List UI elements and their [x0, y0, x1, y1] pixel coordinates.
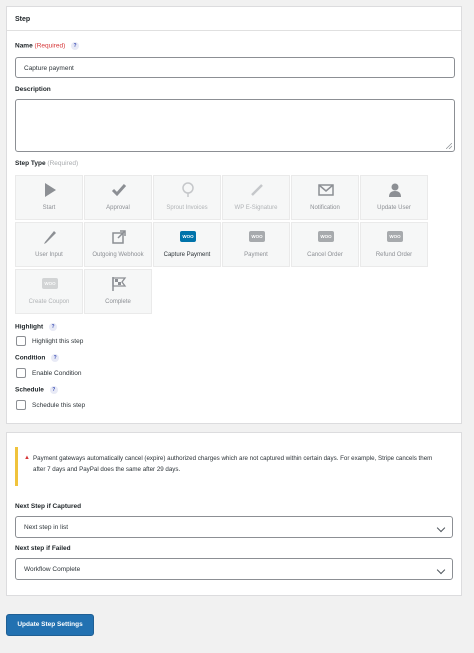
schedule-checkbox-label[interactable]: Schedule this step [32, 402, 85, 409]
condition-label: Condition ? [15, 354, 60, 362]
chevron-down-icon [436, 565, 446, 575]
warning-notice: ▲ Payment gateways automatically cancel … [15, 447, 445, 486]
resize-handle-icon[interactable] [446, 143, 452, 149]
condition-checkbox-label[interactable]: Enable Condition [32, 370, 82, 377]
step-type-label: Start [42, 205, 56, 211]
next-step-panel: ▲ Payment gateways automatically cancel … [6, 432, 462, 596]
update-step-settings-button[interactable]: Update Step Settings [6, 614, 94, 636]
panel-title: Step [7, 7, 461, 31]
woo-icon: WOO [180, 229, 196, 245]
step-type-label: Outgoing Webhook [92, 252, 144, 258]
woo-icon: WOO [318, 229, 334, 245]
help-icon[interactable]: ? [51, 354, 60, 362]
condition-label-text: Condition [15, 354, 46, 362]
required-marker: (Required) [34, 42, 66, 50]
step-type-payment[interactable]: WOO Payment [222, 222, 290, 267]
highlight-checkbox-label[interactable]: Highlight this step [32, 338, 83, 345]
next-failed-label: Next step if Failed [15, 545, 71, 552]
external-link-icon [112, 230, 126, 244]
step-type-complete[interactable]: Complete [84, 269, 152, 314]
chevron-down-icon [436, 523, 446, 533]
checkmark-icon [111, 184, 127, 197]
user-icon [389, 183, 401, 197]
next-failed-value: Workflow Complete [24, 566, 81, 573]
woo-badge: WOO [42, 278, 58, 289]
step-type-label: Payment [244, 252, 268, 258]
step-type-label-text: Step Type [15, 160, 46, 167]
name-input-value: Capture payment [24, 65, 74, 72]
woo-badge: WOO [387, 231, 403, 242]
step-type-approval[interactable]: Approval [84, 175, 152, 220]
step-type-label: Complete [105, 299, 131, 305]
step-type-capture-payment[interactable]: WOO Capture Payment [153, 222, 221, 267]
step-type-label: Capture Payment [163, 252, 211, 258]
step-type-label: Refund Order [375, 252, 413, 258]
next-captured-label: Next Step if Captured [15, 503, 82, 510]
step-type-label: User Input [35, 252, 63, 258]
woo-icon: WOO [387, 229, 403, 245]
description-textarea[interactable] [15, 99, 455, 152]
schedule-label-text: Schedule [15, 386, 44, 394]
step-type-label: Update User [377, 205, 411, 211]
step-type-update-user[interactable]: Update User [360, 175, 428, 220]
name-label-text: Name [15, 42, 33, 50]
woo-icon: WOO [249, 229, 265, 245]
step-type-label: Step Type (Required) [15, 160, 78, 167]
step-type-label: Sprout Invoices [166, 205, 208, 211]
condition-checkbox[interactable] [16, 368, 26, 378]
step-type-outgoing-webhook[interactable]: Outgoing Webhook [84, 222, 152, 267]
pencil-icon [44, 231, 56, 244]
next-captured-value: Next step in list [24, 524, 69, 531]
schedule-checkbox[interactable] [16, 400, 26, 410]
warning-icon: ▲ [24, 455, 30, 461]
step-type-label: Create Coupon [28, 299, 70, 305]
help-icon[interactable]: ? [71, 42, 80, 50]
required-marker: (Required) [47, 160, 79, 167]
step-type-sprout-invoices[interactable]: Sprout Invoices [153, 175, 221, 220]
play-icon [45, 183, 56, 197]
step-type-create-coupon[interactable]: WOO Create Coupon [15, 269, 83, 314]
step-type-refund-order[interactable]: WOO Refund Order [360, 222, 428, 267]
next-failed-select[interactable]: Workflow Complete [15, 558, 453, 580]
highlight-label: Highlight ? [15, 323, 57, 331]
description-label: Description [15, 86, 51, 93]
step-type-label: Notification [310, 205, 340, 211]
woo-icon: WOO [42, 276, 58, 292]
help-icon[interactable]: ? [48, 323, 57, 331]
name-label: Name (Required) ? [15, 42, 80, 50]
highlight-label-text: Highlight [15, 323, 44, 331]
step-type-wp-e-signature[interactable]: WP E-Signature [222, 175, 290, 220]
step-type-user-input[interactable]: User Input [15, 222, 83, 267]
sprout-icon [182, 182, 194, 197]
pen-icon [251, 184, 263, 196]
step-type-notification[interactable]: Notification [291, 175, 359, 220]
woo-badge: WOO [180, 231, 196, 242]
woo-badge: WOO [318, 231, 334, 242]
step-type-cancel-order[interactable]: WOO Cancel Order [291, 222, 359, 267]
schedule-label: Schedule ? [15, 386, 58, 394]
woo-badge: WOO [249, 231, 265, 242]
step-type-label: WP E-Signature [234, 205, 278, 211]
envelope-icon [318, 184, 334, 196]
help-icon[interactable]: ? [49, 386, 58, 394]
step-type-label: Approval [106, 205, 130, 211]
highlight-checkbox[interactable] [16, 336, 26, 346]
step-type-start[interactable]: Start [15, 175, 83, 220]
name-input[interactable]: Capture payment [15, 57, 455, 78]
flag-icon [112, 277, 127, 291]
step-type-label: Cancel Order [307, 252, 343, 258]
next-captured-select[interactable]: Next step in list [15, 516, 453, 538]
step-settings-panel: Step Name (Required) ? Capture payment D… [6, 6, 462, 424]
notice-text: Payment gateways automatically cancel (e… [33, 455, 433, 473]
